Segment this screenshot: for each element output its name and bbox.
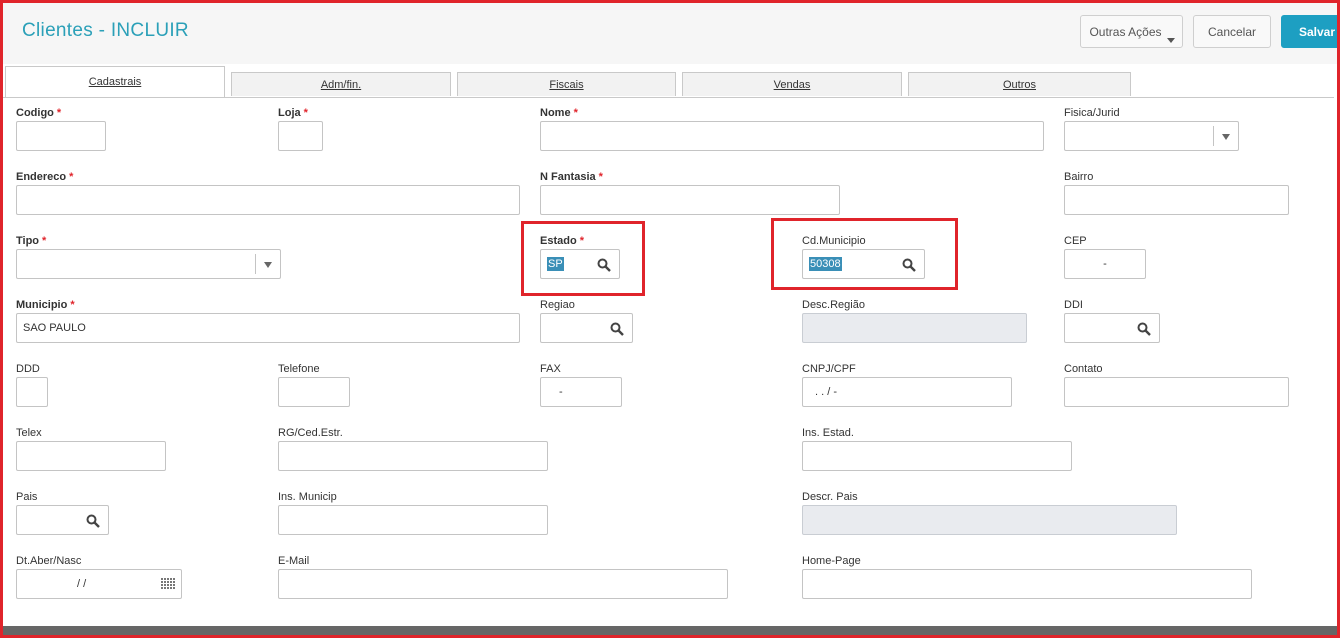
n-fantasia-input[interactable] — [540, 185, 840, 215]
chevron-down-icon — [1167, 38, 1175, 43]
chevron-down-icon — [264, 262, 272, 268]
save-button[interactable]: Salvar — [1281, 15, 1340, 48]
cep-input[interactable]: - — [1064, 249, 1146, 279]
calendar-icon[interactable] — [161, 578, 175, 590]
cnpj-cpf-input[interactable]: . . / - — [802, 377, 1012, 407]
tipo-select[interactable] — [16, 249, 281, 279]
fax-input[interactable]: - — [540, 377, 622, 407]
codigo-input[interactable] — [16, 121, 106, 151]
estado-label: Estado * — [540, 235, 584, 247]
dt-aber-nasc-label: Dt.Aber/Nasc — [16, 555, 82, 567]
ins-municip-input[interactable] — [278, 505, 548, 535]
fax-label: FAX — [540, 363, 561, 375]
pais-label: Pais — [16, 491, 38, 503]
telex-label: Telex — [16, 427, 42, 439]
contato-input[interactable] — [1064, 377, 1289, 407]
page-title: Clientes - INCLUIR — [22, 20, 189, 41]
dt-aber-nasc-input[interactable]: / / — [16, 569, 182, 599]
endereco-input[interactable] — [16, 185, 520, 215]
nome-label: Nome * — [540, 107, 578, 119]
search-icon[interactable] — [610, 322, 624, 336]
codigo-label: Codigo * — [16, 107, 62, 119]
search-icon[interactable] — [902, 258, 916, 272]
bairro-label: Bairro — [1064, 171, 1094, 183]
tab-outros[interactable]: Outros — [908, 72, 1131, 96]
descr-pais-input — [802, 505, 1177, 535]
desc-regiao-label: Desc.Região — [802, 299, 865, 311]
fisica-jurid-label: Fisica/Jurid — [1064, 107, 1120, 119]
ins-municip-label: Ins. Municip — [278, 491, 337, 503]
email-label: E-Mail — [278, 555, 310, 567]
loja-label: Loja * — [278, 107, 308, 119]
home-page-input[interactable] — [802, 569, 1252, 599]
ddd-label: DDD — [16, 363, 40, 375]
ins-estad-label: Ins. Estad. — [802, 427, 854, 439]
tab-divider — [0, 97, 1334, 98]
endereco-label: Endereco * — [16, 171, 74, 183]
cd-municipio-input[interactable]: 50308 — [802, 249, 925, 279]
estado-input[interactable]: SP — [540, 249, 620, 279]
regiao-label: Regiao — [540, 299, 575, 311]
search-icon[interactable] — [597, 258, 611, 272]
tab-fiscais[interactable]: Fiscais — [457, 72, 676, 96]
contato-label: Contato — [1064, 363, 1103, 375]
telefone-label: Telefone — [278, 363, 320, 375]
search-icon[interactable] — [86, 514, 100, 528]
cd-municipio-label: Cd.Municipio — [802, 235, 866, 247]
ddi-label: DDI — [1064, 299, 1083, 311]
tab-vendas[interactable]: Vendas — [682, 72, 902, 96]
window-bottom-edge — [0, 626, 1340, 638]
n-fantasia-label: N Fantasia * — [540, 171, 603, 183]
tab-adm-fin[interactable]: Adm/fin. — [231, 72, 451, 96]
email-input[interactable] — [278, 569, 728, 599]
ins-estad-input[interactable] — [802, 441, 1072, 471]
telex-input[interactable] — [16, 441, 166, 471]
pais-input[interactable] — [16, 505, 109, 535]
ddi-input[interactable] — [1064, 313, 1160, 343]
chevron-down-icon — [1222, 134, 1230, 140]
cnpj-cpf-label: CNPJ/CPF — [802, 363, 856, 375]
bairro-input[interactable] — [1064, 185, 1289, 215]
ddd-input[interactable] — [16, 377, 48, 407]
telefone-input[interactable] — [278, 377, 350, 407]
municipio-label: Municipio * — [16, 299, 75, 311]
tab-cadastrais[interactable]: Cadastrais — [5, 66, 225, 98]
nome-input[interactable] — [540, 121, 1044, 151]
municipio-input[interactable]: SAO PAULO — [16, 313, 520, 343]
descr-pais-label: Descr. Pais — [802, 491, 858, 503]
page-header: Clientes - INCLUIR Outras Ações Cancelar… — [0, 0, 1340, 64]
fisica-jurid-select[interactable] — [1064, 121, 1239, 151]
tipo-label: Tipo * — [16, 235, 47, 247]
cep-label: CEP — [1064, 235, 1087, 247]
more-actions-button[interactable]: Outras Ações — [1080, 15, 1183, 48]
rg-ced-input[interactable] — [278, 441, 548, 471]
search-icon[interactable] — [1137, 322, 1151, 336]
home-page-label: Home-Page — [802, 555, 861, 567]
desc-regiao-input — [802, 313, 1027, 343]
rg-ced-label: RG/Ced.Estr. — [278, 427, 343, 439]
loja-input[interactable] — [278, 121, 323, 151]
cancel-button[interactable]: Cancelar — [1193, 15, 1271, 48]
regiao-input[interactable] — [540, 313, 633, 343]
